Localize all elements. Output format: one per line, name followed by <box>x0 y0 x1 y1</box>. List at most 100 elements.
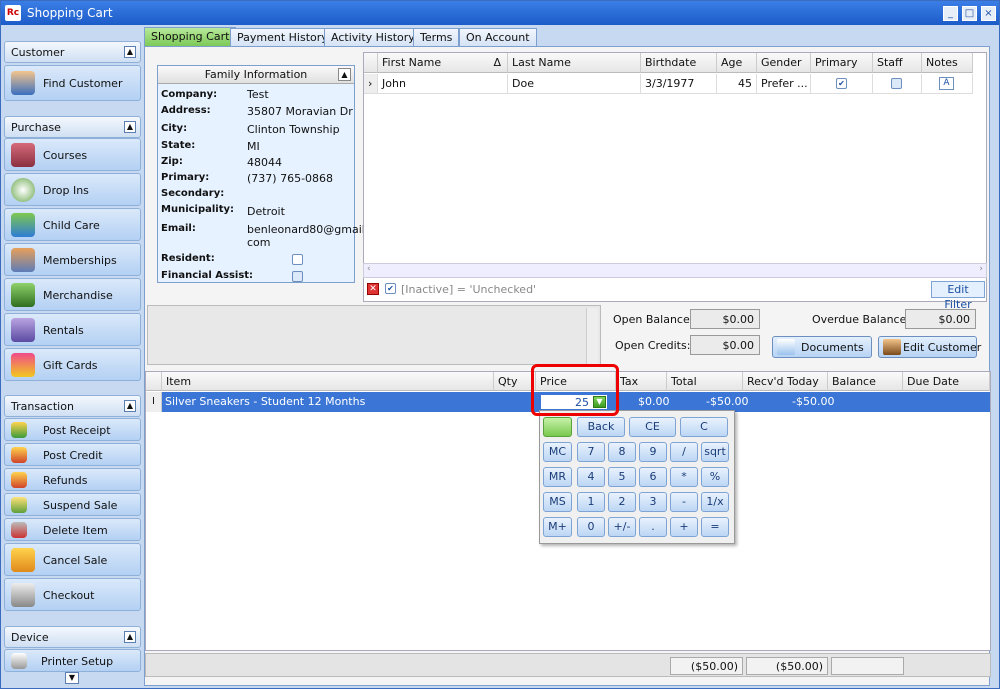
calc-key-decimal[interactable]: . <box>639 517 667 537</box>
calc-key-mc[interactable]: MC <box>543 442 572 462</box>
calc-key-negate[interactable]: +/- <box>608 517 636 537</box>
calc-key-equals[interactable]: = <box>701 517 729 537</box>
company-value: Test <box>247 88 269 101</box>
calc-key-back[interactable]: Back <box>577 417 625 437</box>
section-device[interactable]: Device ▲ <box>4 626 141 648</box>
column-total[interactable]: Total <box>667 372 743 391</box>
section-purchase[interactable]: Purchase ▲ <box>4 116 141 138</box>
scroll-left-icon[interactable]: ‹ <box>367 264 371 274</box>
financial-assist-checkbox[interactable] <box>292 271 303 282</box>
find-customer-button[interactable]: Find Customer <box>4 65 141 101</box>
rentals-button[interactable]: Rentals <box>4 313 141 346</box>
calc-key-7[interactable]: 7 <box>577 442 605 462</box>
delete-item-button[interactable]: Delete Item <box>4 518 141 541</box>
tab-payment-history[interactable]: Payment History <box>230 28 335 46</box>
cancel-sale-button[interactable]: Cancel Sale <box>4 543 141 576</box>
collapse-icon[interactable]: ▲ <box>338 68 351 81</box>
calc-key-plus[interactable]: + <box>670 517 698 537</box>
calc-key-percent[interactable]: % <box>701 467 729 487</box>
column-birthdate[interactable]: Birthdate <box>641 53 717 73</box>
refunds-button[interactable]: Refunds <box>4 468 141 491</box>
clear-filter-icon[interactable]: ✕ <box>367 283 379 295</box>
section-transaction[interactable]: Transaction ▲ <box>4 395 141 417</box>
calc-key-minus[interactable]: - <box>670 492 698 512</box>
cell-first-name[interactable]: John <box>378 74 508 94</box>
printer-setup-button[interactable]: Printer Setup <box>4 649 141 672</box>
cell-primary[interactable]: ✔ <box>811 74 873 94</box>
calc-key-ms[interactable]: MS <box>543 492 572 512</box>
staff-checkbox[interactable] <box>891 78 902 89</box>
calc-key-2[interactable]: 2 <box>608 492 636 512</box>
drop-ins-button[interactable]: Drop Ins <box>4 173 141 206</box>
child-care-button[interactable]: Child Care <box>4 208 141 241</box>
scroll-down-icon[interactable]: ▼ <box>65 672 79 684</box>
cell-notes[interactable]: A <box>922 74 973 94</box>
documents-button[interactable]: Documents <box>772 336 872 358</box>
collapse-icon[interactable]: ▲ <box>124 631 136 643</box>
column-age[interactable]: Age <box>717 53 757 73</box>
collapse-icon[interactable]: ▲ <box>124 121 136 133</box>
edit-customer-button[interactable]: Edit Customer <box>878 336 981 358</box>
column-received-today[interactable]: Recv'd Today <box>743 372 828 391</box>
calc-key-divide[interactable]: / <box>670 442 698 462</box>
suspend-sale-button[interactable]: Suspend Sale <box>4 493 141 516</box>
cell-gender[interactable]: Prefer ... <box>757 74 811 94</box>
calc-key-3[interactable]: 3 <box>639 492 667 512</box>
filter-checkbox[interactable]: ✔ <box>385 283 396 294</box>
minimize-button[interactable]: _ <box>943 6 958 21</box>
notes-icon[interactable]: A <box>939 77 954 90</box>
merchandise-button[interactable]: Merchandise <box>4 278 141 311</box>
tab-shopping-cart[interactable]: Shopping Cart <box>144 27 237 46</box>
calc-key-8[interactable]: 8 <box>608 442 636 462</box>
courses-button[interactable]: Courses <box>4 138 141 171</box>
tab-terms[interactable]: Terms <box>413 28 460 46</box>
calc-key-c[interactable]: C <box>680 417 728 437</box>
column-gender[interactable]: Gender <box>757 53 811 73</box>
calc-key-1[interactable]: 1 <box>577 492 605 512</box>
scroll-right-icon[interactable]: › <box>979 264 983 274</box>
section-customer[interactable]: Customer ▲ <box>4 41 141 63</box>
resident-checkbox[interactable] <box>292 254 303 265</box>
column-first-name[interactable]: First Name Δ <box>378 53 508 73</box>
calc-key-4[interactable]: 4 <box>577 467 605 487</box>
cell-birthdate[interactable]: 3/3/1977 <box>641 74 717 94</box>
calc-key-0[interactable]: 0 <box>577 517 605 537</box>
column-qty[interactable]: Qty <box>494 372 536 391</box>
column-last-name[interactable]: Last Name <box>508 53 641 73</box>
calc-key-sqrt[interactable]: sqrt <box>701 442 729 462</box>
primary-checked-icon[interactable]: ✔ <box>836 78 847 89</box>
calc-key-reciprocal[interactable]: 1/x <box>701 492 729 512</box>
column-staff[interactable]: Staff <box>873 53 922 73</box>
column-notes[interactable]: Notes <box>922 53 973 73</box>
post-receipt-button[interactable]: Post Receipt <box>4 418 141 441</box>
horizontal-scrollbar[interactable]: ‹ › <box>363 263 987 278</box>
notes-scrollbar[interactable] <box>586 308 598 364</box>
edit-filter-button[interactable]: Edit Filter <box>931 281 985 311</box>
calc-key-mplus[interactable]: M+ <box>543 517 572 537</box>
column-due-date[interactable]: Due Date <box>903 372 990 391</box>
cell-age[interactable]: 45 <box>717 74 757 94</box>
tab-on-account[interactable]: On Account <box>459 28 537 46</box>
calc-key-multiply[interactable]: * <box>670 467 698 487</box>
cell-staff[interactable] <box>873 74 922 94</box>
collapse-icon[interactable]: ▲ <box>124 46 136 58</box>
collapse-icon[interactable]: ▲ <box>124 400 136 412</box>
calc-key-6[interactable]: 6 <box>639 467 667 487</box>
column-item[interactable]: Item <box>162 372 494 391</box>
checkout-button[interactable]: Checkout <box>4 578 141 611</box>
maximize-button[interactable]: □ <box>962 6 977 21</box>
column-primary[interactable]: Primary <box>811 53 873 73</box>
calc-key-5[interactable]: 5 <box>608 467 636 487</box>
column-balance[interactable]: Balance <box>828 372 903 391</box>
post-credit-button[interactable]: Post Credit <box>4 443 141 466</box>
calc-key-ce[interactable]: CE <box>629 417 676 437</box>
tab-activity-history[interactable]: Activity History <box>324 28 422 46</box>
cell-last-name[interactable]: Doe <box>508 74 641 94</box>
column-tax[interactable]: Tax <box>616 372 667 391</box>
close-button[interactable]: × <box>981 6 996 21</box>
gift-cards-button[interactable]: Gift Cards <box>4 348 141 381</box>
notes-area[interactable] <box>147 305 601 365</box>
calc-key-9[interactable]: 9 <box>639 442 667 462</box>
memberships-button[interactable]: Memberships <box>4 243 141 276</box>
calc-key-mr[interactable]: MR <box>543 467 572 487</box>
